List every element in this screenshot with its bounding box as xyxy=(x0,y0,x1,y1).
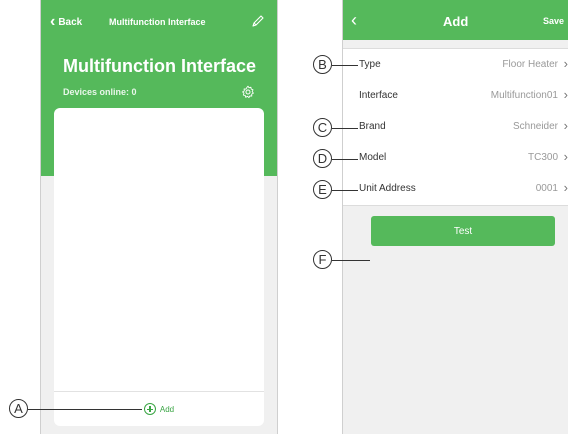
callout-f-line xyxy=(332,260,370,261)
row-label: Unit Address xyxy=(359,183,416,194)
multifunction-interface-screen: ‹ Back Multifunction Interface Multifunc… xyxy=(40,0,278,434)
callout-c: C xyxy=(313,118,332,137)
model-row[interactable]: Model TC300 › xyxy=(343,142,568,173)
chevron-right-icon: › xyxy=(563,149,568,164)
callout-b-line xyxy=(332,65,358,66)
back-button[interactable]: ‹ Back xyxy=(50,12,82,32)
row-label: Type xyxy=(359,59,381,70)
row-value: TC300 xyxy=(527,152,558,163)
test-button[interactable]: Test xyxy=(371,216,555,246)
callout-d-line xyxy=(332,159,358,160)
nav-bar: ‹ Back Multifunction Interface xyxy=(41,12,277,32)
plus-circle-icon xyxy=(143,403,156,415)
page-title: Multifunction Interface xyxy=(63,56,256,76)
page-title: Add xyxy=(443,14,469,29)
callout-a-line xyxy=(28,409,142,410)
save-button[interactable]: Save xyxy=(543,16,564,26)
chevron-right-icon: › xyxy=(563,87,568,102)
row-label: Brand xyxy=(359,121,386,132)
row-value: Schneider xyxy=(512,121,558,132)
devices-online-count: Devices online: 0 xyxy=(63,87,137,97)
callout-b: B xyxy=(313,55,332,74)
interface-row[interactable]: Interface Multifunction01 › xyxy=(343,80,568,111)
callout-a: A xyxy=(9,399,28,418)
back-label: Back xyxy=(58,16,83,28)
chevron-left-icon: ‹ xyxy=(50,13,56,30)
chevron-right-icon: › xyxy=(563,180,568,195)
add-device-screen: ‹ Add Save Type Floor Heater › Interface… xyxy=(342,0,568,434)
callout-c-line xyxy=(332,128,358,129)
nav-title: Multifunction Interface xyxy=(109,17,206,27)
divider xyxy=(54,391,264,392)
chevron-right-icon: › xyxy=(563,118,568,133)
callout-e-line xyxy=(332,190,358,191)
unit-address-row[interactable]: Unit Address 0001 › xyxy=(343,173,568,204)
settings-list: Type Floor Heater › Interface Multifunct… xyxy=(343,48,568,206)
add-label: Add xyxy=(159,404,175,414)
brand-row[interactable]: Brand Schneider › xyxy=(343,111,568,142)
row-value: Floor Heater xyxy=(502,59,558,70)
chevron-right-icon: › xyxy=(563,56,568,71)
callout-f: F xyxy=(313,250,332,269)
nav-bar: ‹ Add Save xyxy=(343,0,568,40)
row-label: Model xyxy=(359,152,387,163)
gear-icon[interactable] xyxy=(241,85,255,99)
callout-e: E xyxy=(313,180,332,199)
device-list-card: Add xyxy=(54,108,264,426)
callout-d: D xyxy=(313,149,332,168)
row-value: 0001 xyxy=(535,183,558,194)
pencil-icon[interactable] xyxy=(251,14,265,28)
type-row[interactable]: Type Floor Heater › xyxy=(343,49,568,80)
chevron-left-icon[interactable]: ‹ xyxy=(351,10,357,30)
row-value: Multifunction01 xyxy=(490,90,558,101)
row-label: Interface xyxy=(359,90,398,101)
